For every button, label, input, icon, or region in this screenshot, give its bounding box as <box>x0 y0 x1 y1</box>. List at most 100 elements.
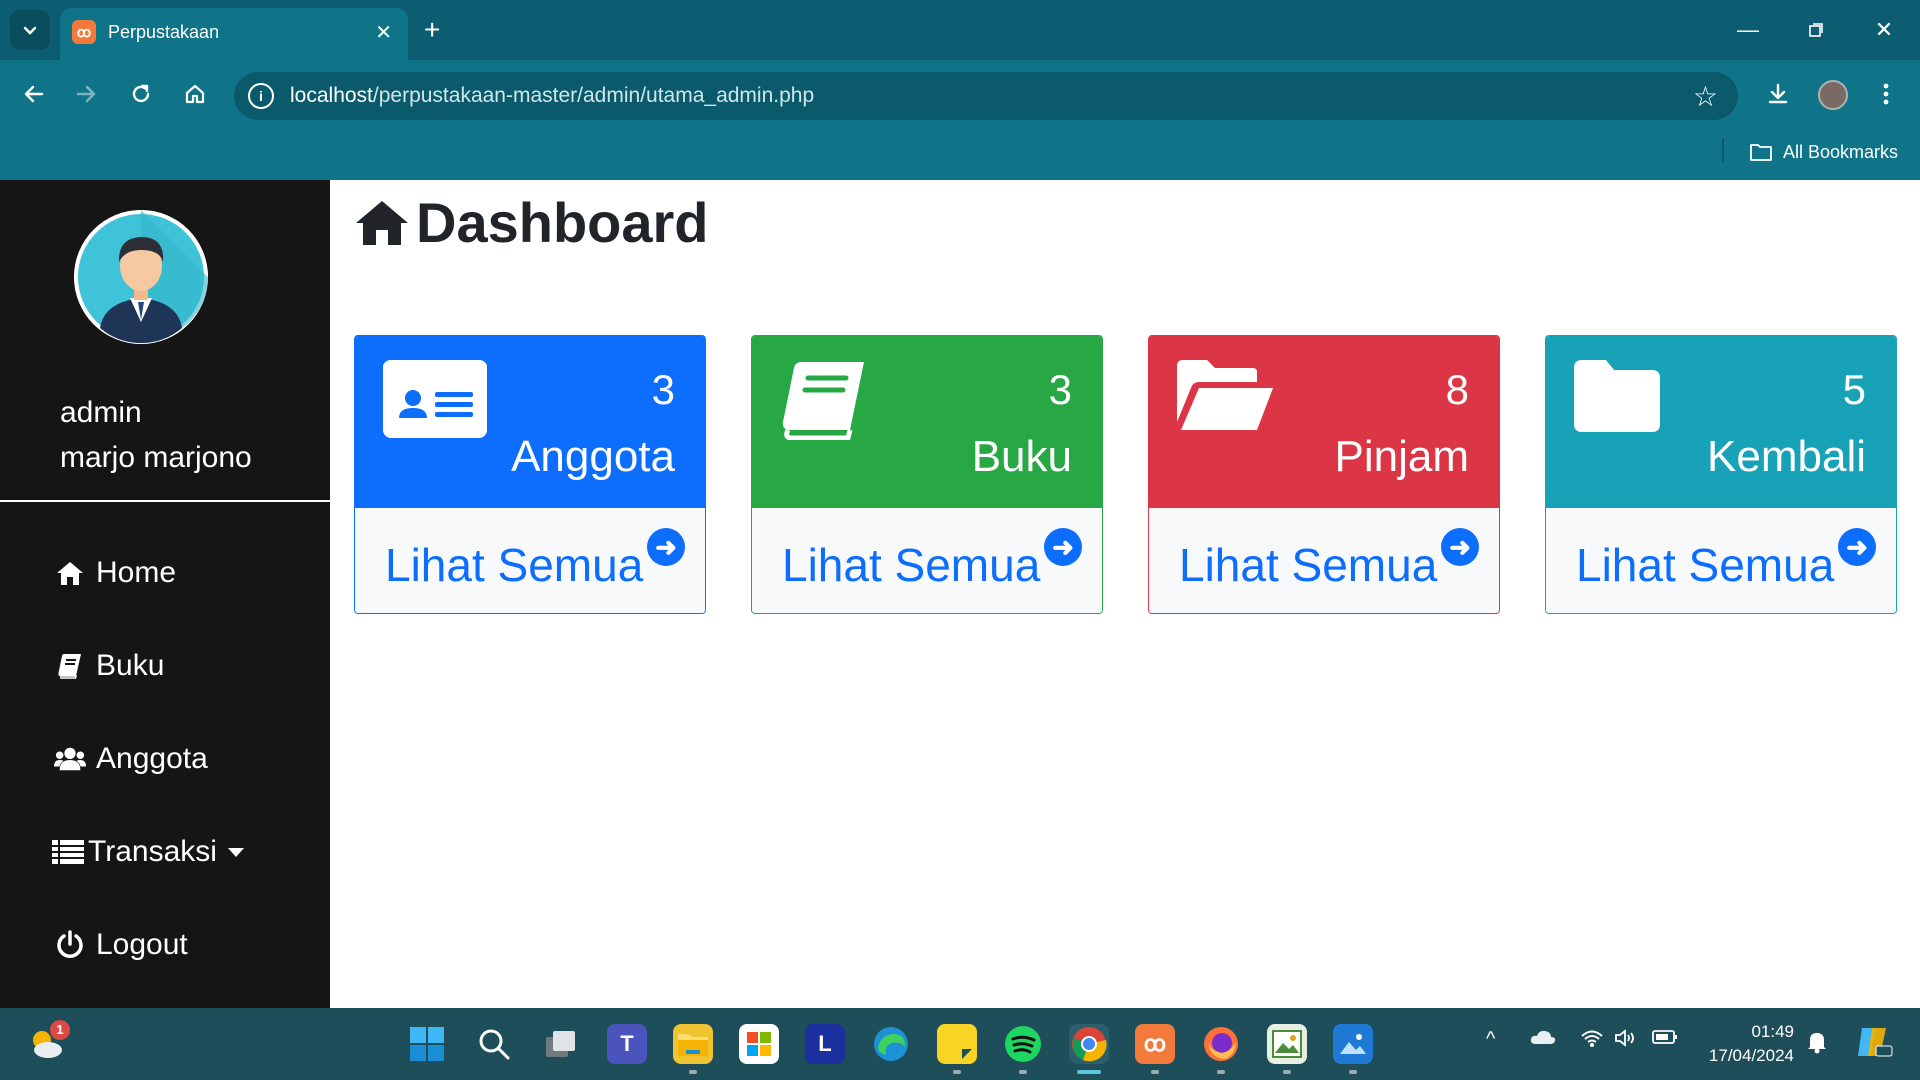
card-kembali: 5 Kembali Lihat Semua ➜ <box>1545 335 1897 614</box>
restore-button[interactable] <box>1794 10 1838 50</box>
view-all-link[interactable]: Lihat Semua <box>1576 538 1834 592</box>
card-label: Buku <box>971 432 1072 481</box>
edge-icon[interactable] <box>871 1024 911 1064</box>
sidebar-item-logout[interactable]: Logout <box>54 920 188 970</box>
site-info-icon[interactable]: i <box>248 83 274 109</box>
sidebar-item-label: Home <box>96 556 177 589</box>
sidebar-item-label: Logout <box>96 928 188 961</box>
file-explorer-icon[interactable] <box>673 1024 713 1064</box>
task-view-icon <box>546 1031 575 1057</box>
power-icon <box>54 929 86 961</box>
xampp-icon[interactable]: ꝏ <box>1135 1024 1175 1064</box>
firefox-icon[interactable] <box>1201 1024 1241 1064</box>
card-header: 8 Pinjam <box>1149 336 1499 508</box>
tab-search-button[interactable] <box>10 10 50 50</box>
url-text: localhost/perpustakaan-master/admin/utam… <box>290 84 814 108</box>
downloads-button[interactable] <box>1758 74 1798 114</box>
search-button[interactable] <box>474 1024 514 1064</box>
windows-logo-icon <box>410 1027 444 1061</box>
onedrive-cloud-icon[interactable] <box>1530 1028 1556 1052</box>
chevron-up-icon[interactable]: ^ <box>1486 1028 1495 1051</box>
profile-name: admin marjo marjono <box>60 390 252 480</box>
running-indicator <box>953 1070 961 1074</box>
card-count: 5 <box>1842 366 1866 413</box>
card-buku: 3 Buku Lihat Semua ➜ <box>751 335 1103 614</box>
arrow-circle-right-icon[interactable]: ➜ <box>1441 528 1479 566</box>
forward-button[interactable] <box>66 74 106 114</box>
teams-icon[interactable]: T <box>607 1024 647 1064</box>
home-button[interactable] <box>175 74 215 114</box>
microsoft-store-icon[interactable] <box>739 1024 779 1064</box>
sidebar-item-anggota[interactable]: Anggota <box>54 734 208 784</box>
volume-icon[interactable] <box>1614 1028 1638 1054</box>
arrow-circle-right-icon[interactable]: ➜ <box>647 528 685 566</box>
sidebar-divider <box>0 500 330 502</box>
l-app-icon[interactable]: L <box>805 1024 845 1064</box>
list-icon <box>52 836 84 868</box>
arrow-circle-right-icon[interactable]: ➜ <box>1838 528 1876 566</box>
home-outline-icon <box>185 84 205 104</box>
notification-bell-icon[interactable] <box>1806 1030 1828 1060</box>
running-indicator <box>1217 1070 1225 1074</box>
start-button[interactable] <box>407 1024 447 1064</box>
sidebar-item-buku[interactable]: Buku <box>54 641 164 691</box>
browser-tab[interactable]: ꝏ Perpustakaan ✕ <box>60 8 408 60</box>
sticky-notes-icon[interactable] <box>937 1024 977 1064</box>
minimize-button[interactable]: — <box>1726 10 1770 50</box>
users-icon <box>54 743 86 775</box>
id-card-icon <box>383 360 487 443</box>
card-header: 5 Kembali <box>1546 336 1896 508</box>
book-icon <box>54 650 86 682</box>
wifi-icon[interactable] <box>1580 1028 1604 1054</box>
close-tab-icon[interactable]: ✕ <box>375 20 392 45</box>
view-all-link[interactable]: Lihat Semua <box>782 538 1040 592</box>
card-anggota: 3 Anggota Lihat Semua ➜ <box>354 335 706 614</box>
browser-tab-bar: ꝏ Perpustakaan ✕ + — ✕ <box>0 0 1920 60</box>
card-label: Kembali <box>1707 432 1866 481</box>
search-icon <box>479 1029 510 1060</box>
chrome-icon[interactable] <box>1069 1024 1109 1064</box>
sidebar: admin marjo marjono Home Buku Anggota Tr… <box>0 180 330 1008</box>
reload-icon <box>132 84 150 103</box>
card-footer[interactable]: Lihat Semua ➜ <box>1149 508 1499 613</box>
user-avatar-icon <box>74 210 208 344</box>
sidebar-item-home[interactable]: Home <box>54 548 176 598</box>
sidebar-item-label: Anggota <box>96 742 208 775</box>
task-view-button[interactable] <box>541 1024 581 1064</box>
running-indicator <box>1019 1070 1027 1074</box>
sidebar-item-transaksi[interactable]: Transaksi <box>52 827 245 877</box>
page-title: Dashboard <box>354 190 709 255</box>
bookmark-star-icon[interactable]: ☆ <box>1693 80 1718 113</box>
card-pinjam: 8 Pinjam Lihat Semua ➜ <box>1148 335 1500 614</box>
new-tab-button[interactable]: + <box>424 12 440 48</box>
bookmark-separator <box>1722 138 1724 162</box>
spotify-icon[interactable] <box>1003 1024 1043 1064</box>
card-header: 3 Buku <box>752 336 1102 508</box>
arrow-circle-right-icon[interactable]: ➜ <box>1044 528 1082 566</box>
running-indicator <box>689 1070 697 1074</box>
system-clock[interactable]: 01:49 17/04/2024 <box>1698 1020 1794 1068</box>
caret-down-icon <box>227 848 244 857</box>
card-footer[interactable]: Lihat Semua ➜ <box>355 508 705 613</box>
clock-time: 01:49 <box>1751 1022 1794 1041</box>
url-path: /perpustakaan-master/admin/utama_admin.p… <box>372 84 815 107</box>
card-footer[interactable]: Lihat Semua ➜ <box>752 508 1102 613</box>
profile-avatar[interactable] <box>1818 80 1848 110</box>
copilot-icon[interactable] <box>1854 1022 1894 1068</box>
menu-button[interactable] <box>1866 74 1906 114</box>
view-all-link[interactable]: Lihat Semua <box>385 538 643 592</box>
photos-icon[interactable] <box>1333 1024 1373 1064</box>
all-bookmarks-button[interactable]: All Bookmarks <box>1749 138 1898 166</box>
back-button[interactable] <box>14 74 54 114</box>
more-vertical-icon <box>1883 83 1889 105</box>
close-window-button[interactable]: ✕ <box>1862 10 1906 50</box>
card-footer[interactable]: Lihat Semua ➜ <box>1546 508 1896 613</box>
weather-widget[interactable]: 1 <box>26 1020 70 1064</box>
home-icon <box>356 200 408 245</box>
battery-icon[interactable] <box>1652 1028 1678 1051</box>
view-all-link[interactable]: Lihat Semua <box>1179 538 1437 592</box>
reload-button[interactable] <box>121 74 161 114</box>
address-bar[interactable]: i localhost/perpustakaan-master/admin/ut… <box>234 72 1738 120</box>
arrow-right-icon <box>76 85 96 103</box>
image-viewer-icon[interactable] <box>1267 1024 1307 1064</box>
